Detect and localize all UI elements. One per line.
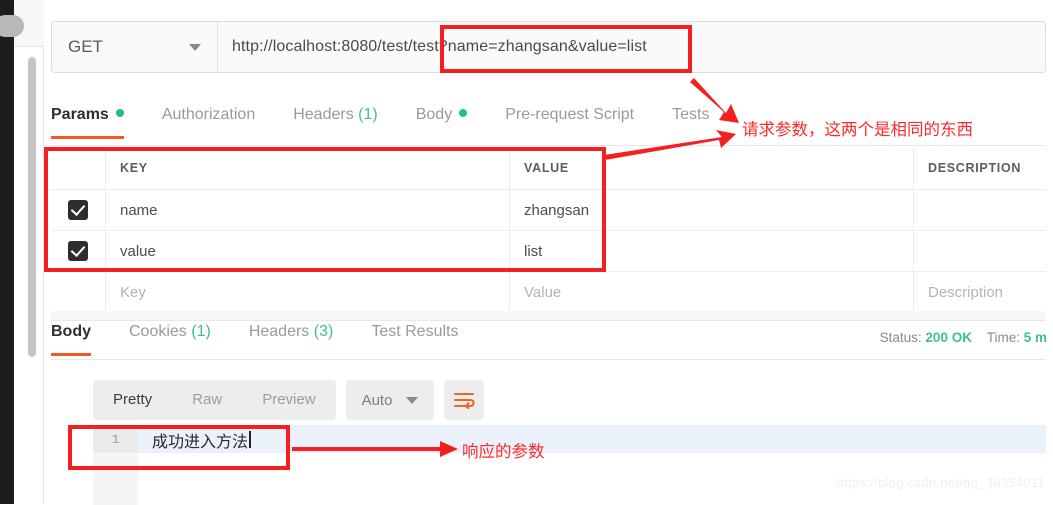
table-header-row: KEY VALUE DESCRIPTION	[51, 147, 1046, 190]
tab-tests[interactable]: Tests	[672, 104, 709, 138]
http-method-select[interactable]: GET	[52, 22, 218, 72]
word-wrap-button[interactable]	[444, 380, 485, 420]
tab-params-label: Params	[51, 106, 109, 123]
tab-body-label: Body	[415, 106, 453, 123]
raw-button[interactable]: Raw	[172, 380, 242, 420]
watermark: https://blog.csdn.net/qq_36354011	[836, 475, 1045, 490]
status-label: Status:	[879, 330, 922, 345]
tab-response-headers-label: Headers	[248, 323, 310, 340]
chevron-down-icon	[189, 43, 201, 51]
preview-button[interactable]: Preview	[242, 380, 335, 420]
checkbox-checked-icon[interactable]	[68, 241, 88, 261]
http-method-label: GET	[68, 37, 103, 56]
tab-cookies[interactable]: Cookies (1)	[129, 321, 211, 355]
request-url-bar: GET http://localhost:8080/test/test?name…	[51, 21, 1046, 73]
tab-pre-request-script-label: Pre-request Script	[505, 106, 635, 123]
text-cursor	[249, 431, 251, 448]
params-table: KEY VALUE DESCRIPTION name zhangsan valu…	[51, 147, 1046, 313]
header-description: DESCRIPTION	[928, 161, 1022, 175]
tab-cookies-count: (1)	[191, 323, 211, 340]
response-body-toolbar: Pretty Raw Preview Auto	[93, 380, 485, 420]
row-description[interactable]	[914, 231, 1046, 271]
header-checkbox-cell	[51, 147, 106, 189]
header-value: VALUE	[510, 147, 914, 189]
postman-window: GET http://localhost:8080/test/test?name…	[0, 0, 1053, 505]
body-dot-icon	[459, 109, 468, 117]
tab-headers-count: (1)	[358, 106, 378, 123]
main-content: GET http://localhost:8080/test/test?name…	[45, 0, 1053, 505]
window-left-edge	[0, 0, 14, 504]
row-key[interactable]: name	[106, 190, 510, 230]
format-select[interactable]: Auto	[345, 380, 435, 420]
chevron-down-icon	[406, 396, 419, 404]
tab-tests-label: Tests	[672, 106, 710, 123]
tab-cookies-label: Cookies	[129, 323, 187, 340]
vertical-scrollbar[interactable]	[28, 57, 36, 357]
tab-response-headers-count: (3)	[313, 323, 334, 340]
tab-authorization[interactable]: Authorization	[162, 104, 255, 138]
line-number: 1	[93, 426, 138, 453]
url-text: http://localhost:8080/test/test?name=zha…	[232, 38, 647, 55]
time-label: Time:	[986, 330, 1020, 345]
row-value[interactable]: list	[510, 231, 914, 271]
table-row[interactable]: name zhangsan	[51, 190, 1046, 231]
editor-active-line[interactable]: 成功进入方法	[138, 426, 1046, 453]
response-body-editor[interactable]: 1 成功进入方法	[93, 425, 1046, 505]
tab-test-results[interactable]: Test Results	[371, 321, 458, 355]
sidebar-toggle-pill[interactable]	[0, 15, 24, 37]
tab-params[interactable]: Params	[51, 104, 124, 139]
response-meta: Status: 200 OK Time: 5 m	[880, 330, 1047, 345]
placeholder-key[interactable]: Key	[106, 272, 510, 312]
placeholder-description[interactable]: Description	[914, 272, 1046, 312]
tab-headers-label: Headers	[293, 106, 354, 123]
tab-response-body[interactable]: Body	[51, 321, 91, 356]
row-checkbox-cell[interactable]	[51, 190, 106, 230]
tab-pre-request-script[interactable]: Pre-request Script	[505, 104, 634, 138]
url-input[interactable]: http://localhost:8080/test/test?name=zha…	[218, 22, 1045, 72]
row-key[interactable]: value	[106, 231, 510, 271]
status-badge: 200 OK	[925, 330, 972, 345]
time-value: 5 m	[1023, 330, 1047, 345]
tab-body[interactable]: Body	[415, 104, 468, 138]
params-dot-icon	[115, 109, 124, 117]
word-wrap-icon	[454, 393, 475, 409]
pretty-button[interactable]: Pretty	[93, 380, 172, 420]
header-key: KEY	[106, 147, 510, 189]
format-select-label: Auto	[361, 391, 393, 409]
placeholder-checkbox-cell[interactable]	[51, 272, 106, 312]
tab-test-results-label: Test Results	[371, 323, 459, 340]
params-table-footer	[51, 311, 1046, 321]
body-view-toggle: Pretty Raw Preview	[93, 380, 336, 420]
placeholder-value[interactable]: Value	[510, 272, 914, 312]
table-placeholder-row[interactable]: Key Value Description	[51, 272, 1046, 313]
tab-response-headers[interactable]: Headers (3)	[249, 321, 334, 355]
checkbox-checked-icon[interactable]	[68, 200, 88, 220]
table-row[interactable]: value list	[51, 231, 1046, 272]
row-description[interactable]	[914, 190, 1046, 230]
tab-headers[interactable]: Headers (1)	[293, 104, 378, 138]
response-body-text: 成功进入方法	[152, 433, 249, 451]
request-tab-bar: Params Authorization Headers (1) Body Pr…	[51, 104, 1046, 146]
tab-response-body-label: Body	[51, 323, 91, 340]
row-checkbox-cell[interactable]	[51, 231, 106, 271]
row-value[interactable]: zhangsan	[510, 190, 914, 230]
tab-authorization-label: Authorization	[161, 106, 256, 123]
